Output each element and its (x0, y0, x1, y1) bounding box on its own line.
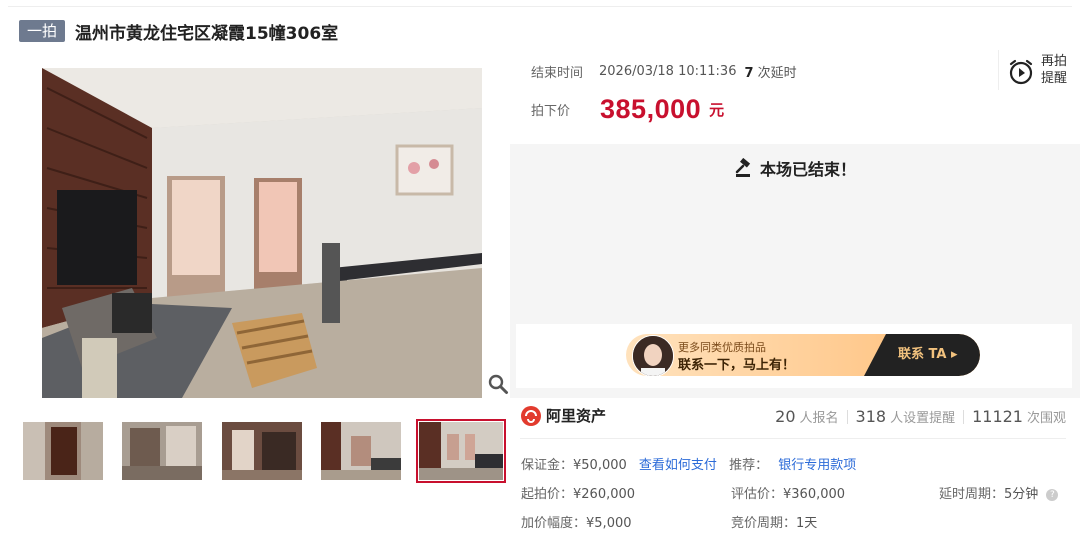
signup-count: 20 (775, 407, 796, 426)
bank-payment-link[interactable]: 银行专用款项 (778, 458, 856, 473)
banner-headline: 联系一下，马上有！ (678, 358, 796, 373)
start-price-value: ¥260,000 (573, 487, 636, 502)
top-border (8, 6, 1072, 7)
contact-banner: 更多同类优质拍品 联系一下，马上有！ 联系 TA ▸ (516, 324, 1072, 388)
auction-round-tag: 一拍 (19, 20, 66, 42)
ali-asset-logo-icon (521, 405, 541, 426)
end-time-value: 2026/03/18 10:11:36 (599, 64, 737, 79)
extension-count: 7 (744, 66, 754, 81)
price-row: 拍下价 385,000 元 (531, 94, 724, 125)
increment-label: 加价幅度： (521, 516, 587, 531)
contact-ta-button[interactable]: 联系 TA ▸ (864, 334, 980, 376)
price-unit: 元 (709, 101, 725, 119)
page-title: 温州市黄龙住宅区凝霞15幢306室 (75, 23, 339, 44)
remind-line-1: 再拍 (1041, 54, 1068, 69)
stats-separator (963, 409, 965, 424)
auction-panel: 结束时间 2026/03/18 10:11:36 7 次延时 拍下价 385,0… (510, 48, 1080, 398)
delay-cycle-label: 延时周期： (939, 487, 1005, 502)
thumbnail-2[interactable] (122, 422, 202, 480)
deposit-row: 保证金：¥50,000 查看如何支付 推荐： 银行专用款项 (521, 454, 856, 473)
auction-ended-text: 本场已结束！ (759, 160, 856, 179)
remind-button[interactable]: 再拍 提醒 (998, 50, 1080, 90)
thumbnail-1[interactable] (23, 422, 103, 480)
delay-cycle-row: 延时周期：5分钟 ? (939, 483, 1059, 502)
increment-value: ¥5,000 (586, 516, 632, 531)
agent-avatar (632, 335, 674, 376)
end-time-row: 结束时间 2026/03/18 10:11:36 7 次延时 (531, 62, 797, 81)
stats-bar: 20 人报名 318 人设置提醒 11121 次围观 (775, 407, 1066, 426)
stats-separator (846, 409, 848, 424)
contact-pill[interactable]: 更多同类优质拍品 联系一下，马上有！ 联系 TA ▸ (626, 334, 980, 376)
reminder-label: 人设置提醒 (890, 411, 956, 426)
how-to-pay-link[interactable]: 查看如何支付 (639, 458, 717, 473)
extension-info: 7 次延时 (744, 62, 796, 81)
viewer-label: 次围观 (1026, 411, 1066, 426)
assess-price-label: 评估价： (731, 487, 784, 502)
start-price-label: 起拍价： (521, 487, 574, 502)
assess-price-value: ¥360,000 (783, 487, 846, 502)
info-divider (520, 438, 1066, 439)
bid-cycle-label: 竞价周期： (731, 516, 797, 531)
bid-cycle-value: 1天 (796, 516, 818, 531)
viewer-count: 11121 (972, 407, 1023, 426)
signup-label: 人报名 (799, 411, 839, 426)
deposit-value: ¥50,000 (573, 458, 627, 473)
price-label: 拍下价 (531, 104, 571, 119)
start-price-row: 起拍价：¥260,000 (521, 483, 635, 502)
auction-hammer-icon (735, 158, 751, 177)
deposit-label: 保证金： (521, 458, 574, 473)
increment-row: 加价幅度：¥5,000 (521, 512, 632, 531)
alarm-clock-icon (1009, 59, 1033, 85)
delay-cycle-value: 5分钟 (1004, 487, 1039, 502)
ali-asset-brand[interactable]: 阿里资产 (521, 405, 606, 426)
remind-line-2: 提醒 (1041, 71, 1068, 86)
thumbnail-5-selected[interactable] (416, 419, 506, 483)
banner-subtitle: 更多同类优质拍品 (678, 341, 766, 354)
final-price: 385,000 (600, 94, 702, 124)
auction-ended-notice: 本场已结束！ (510, 156, 1080, 180)
title-row: 一拍 温州市黄龙住宅区凝霞15幢306室 (19, 18, 338, 44)
help-icon[interactable]: ? (1046, 488, 1059, 501)
remind-text: 再拍 提醒 (1041, 53, 1067, 87)
zoom-icon[interactable] (487, 373, 509, 395)
thumbnail-4[interactable] (321, 422, 401, 480)
recommend-label: 推荐： (729, 458, 769, 473)
thumbnail-3[interactable] (222, 422, 302, 480)
end-time-label: 结束时间 (531, 66, 584, 81)
brand-name: 阿里资产 (546, 407, 607, 425)
reminder-count: 318 (855, 407, 887, 426)
bid-cycle-row: 竞价周期：1天 (731, 512, 817, 531)
living-room-photo (42, 68, 482, 398)
main-photo[interactable] (42, 68, 482, 398)
extension-suffix: 次延时 (757, 66, 797, 81)
auction-summary: 结束时间 2026/03/18 10:11:36 7 次延时 拍下价 385,0… (510, 48, 1080, 144)
assess-price-row: 评估价：¥360,000 (731, 483, 845, 502)
